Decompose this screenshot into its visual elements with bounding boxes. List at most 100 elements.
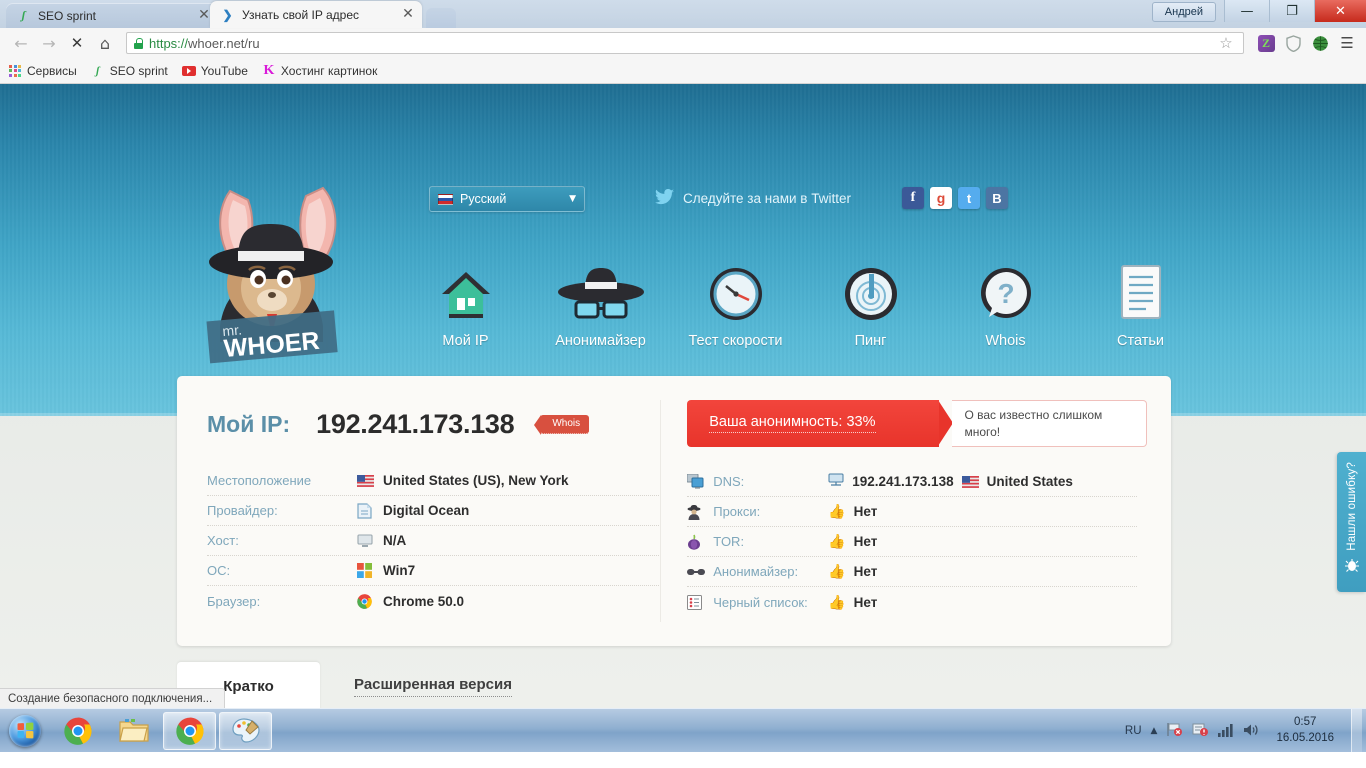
whois-button[interactable]: Whois (540, 415, 589, 434)
nav-item-my-ip[interactable]: Мой IP (398, 260, 533, 349)
taskbar-chrome-open[interactable] (163, 712, 216, 750)
site-nav: Мой IP Анонимайзер Тест скорости (398, 260, 1208, 349)
stop-icon[interactable]: ✕ (64, 31, 90, 55)
youtube-icon (182, 64, 196, 78)
detail-row-host: Хост: N/A (207, 526, 659, 556)
check-key: TOR: (713, 534, 828, 549)
bookmark-services[interactable]: Сервисы (8, 64, 77, 78)
ip-label: Мой IP: (207, 411, 290, 438)
anonymity-note: О вас известно слишком много! (952, 400, 1147, 447)
house-icon (438, 260, 494, 322)
browser-titlebar: ʃ SEO sprint ✕ ❯ Узнать свой IP адрес ✕ … (0, 0, 1366, 28)
google-plus-icon[interactable]: g (930, 187, 952, 209)
bookmark-youtube[interactable]: YouTube (182, 64, 248, 78)
show-hidden-icons-icon[interactable]: ▲ (1151, 726, 1158, 736)
language-indicator[interactable]: RU (1125, 725, 1142, 737)
bookmark-seo-sprint[interactable]: ʃ SEO sprint (91, 64, 168, 78)
ip-headline: Мой IP: 192.241.173.138 Whois (207, 409, 661, 440)
facebook-icon[interactable]: f (902, 187, 924, 209)
detail-row-os: ОС: Win7 (207, 556, 659, 586)
shield-extension-icon[interactable] (1282, 32, 1304, 54)
document-lines-icon (1116, 260, 1166, 322)
k-letter-icon: K (262, 64, 276, 78)
language-select[interactable]: Русский ▼ (429, 186, 585, 212)
nav-item-speed-test[interactable]: Тест скорости (668, 260, 803, 349)
window-controls-area: Андрей — ❐ ✕ (1152, 0, 1366, 22)
twitter-icon[interactable]: t (958, 187, 980, 209)
check-value-text: Нет (854, 534, 878, 549)
show-desktop-button[interactable] (1351, 709, 1362, 753)
windows-orb-icon (9, 715, 41, 747)
detail-value: N/A (383, 533, 406, 548)
anonymity-banner: Ваша анонимность: 33% О вас известно сли… (687, 400, 1147, 447)
taskbar-clock[interactable]: 0:57 16.05.2016 (1268, 715, 1342, 746)
taskbar-explorer[interactable] (107, 712, 160, 750)
volume-icon[interactable] (1243, 723, 1259, 740)
network-flag-icon[interactable] (1166, 722, 1183, 740)
home-icon[interactable]: ⌂ (92, 31, 118, 55)
nav-label: Пинг (855, 333, 887, 349)
anonymity-panel: Ваша анонимность: 33% О вас известно сли… (661, 376, 1171, 646)
maximize-button[interactable]: ❐ (1269, 0, 1314, 22)
ip-info-panel: Мой IP: 192.241.173.138 Whois Местополож… (177, 376, 661, 646)
minimize-button[interactable]: — (1224, 0, 1269, 22)
banner-arrow (938, 400, 953, 446)
nav-item-ping[interactable]: Пинг (803, 260, 938, 349)
vk-icon[interactable]: B (986, 187, 1008, 209)
forward-icon[interactable]: → (36, 31, 62, 55)
whoer-logo[interactable]: mr. WHOER (175, 176, 365, 366)
report-error-tab[interactable]: Нашли ошибку? (1337, 452, 1366, 592)
bookmark-star-icon[interactable]: ☆ (1215, 34, 1237, 52)
signal-bars-icon[interactable] (1218, 723, 1234, 740)
page-tabs: Кратко Расширенная версия (177, 662, 546, 708)
ru-flag-icon (438, 194, 453, 205)
thumb-up-icon: 👍 (828, 533, 845, 550)
check-row-anonymizer: Анонимайзер: 👍 Нет (687, 557, 1137, 587)
nav-item-anonymizer[interactable]: Анонимайзер (533, 260, 668, 349)
detail-value: Digital Ocean (383, 503, 469, 518)
detail-row-browser: Браузер: Chrome 50.0 (207, 586, 659, 616)
taskbar-paint[interactable] (219, 712, 272, 750)
tab-close-icon[interactable]: ✕ (400, 7, 416, 23)
zenmate-extension-icon[interactable]: Z (1255, 32, 1277, 54)
tab-extended[interactable]: Расширенная версия (320, 662, 546, 708)
twitter-follow-link[interactable]: Следуйте за нами в Twitter (655, 189, 851, 208)
bookmark-label: YouTube (201, 64, 248, 78)
hat-glasses-icon (556, 260, 646, 322)
social-links: f g t B (902, 187, 1008, 209)
us-flag-icon (357, 475, 383, 487)
back-icon[interactable]: ← (8, 31, 34, 55)
bookmark-label: Хостинг картинок (281, 64, 377, 78)
url-scheme: https:// (149, 36, 188, 51)
dns-country: United States (987, 474, 1073, 489)
blacklist-icon (687, 595, 713, 610)
start-button[interactable] (2, 712, 48, 750)
detail-key: Провайдер: (207, 503, 357, 518)
chrome-menu-icon[interactable]: ☰ (1336, 32, 1358, 54)
browser-tab-whoer[interactable]: ❯ Узнать свой IP адрес ✕ (210, 1, 422, 28)
radar-icon (843, 260, 899, 322)
bookmark-image-hosting[interactable]: K Хостинг картинок (262, 64, 377, 78)
detail-key: ОС: (207, 563, 357, 578)
taskbar-chrome-pinned[interactable] (51, 712, 104, 750)
check-value: 192.241.173.138 United States (828, 473, 1073, 490)
new-tab-button[interactable] (426, 8, 456, 28)
tor-onion-icon (687, 534, 713, 550)
detail-row-location: Местоположение United States (US), New Y… (207, 466, 659, 496)
nav-item-articles[interactable]: Статьи (1073, 260, 1208, 349)
browser-tab-seo-sprint[interactable]: ʃ SEO sprint ✕ (6, 3, 218, 28)
action-center-icon[interactable] (1192, 722, 1209, 740)
globe-extension-icon[interactable] (1309, 32, 1331, 54)
lock-icon (133, 38, 144, 49)
check-value-text: Нет (854, 595, 878, 610)
question-bubble-icon: ? (978, 260, 1034, 322)
close-window-button[interactable]: ✕ (1314, 0, 1366, 22)
dns-servers-icon (687, 474, 713, 489)
address-bar[interactable]: https:// whoer.net/ru ☆ (126, 32, 1244, 54)
host-monitor-icon (357, 534, 383, 548)
nav-item-whois[interactable]: ? Whois (938, 260, 1073, 349)
user-profile-button[interactable]: Андрей (1152, 2, 1216, 22)
glasses-icon (687, 567, 713, 577)
chrome-icon (357, 594, 383, 609)
check-key: Прокси: (713, 504, 828, 519)
